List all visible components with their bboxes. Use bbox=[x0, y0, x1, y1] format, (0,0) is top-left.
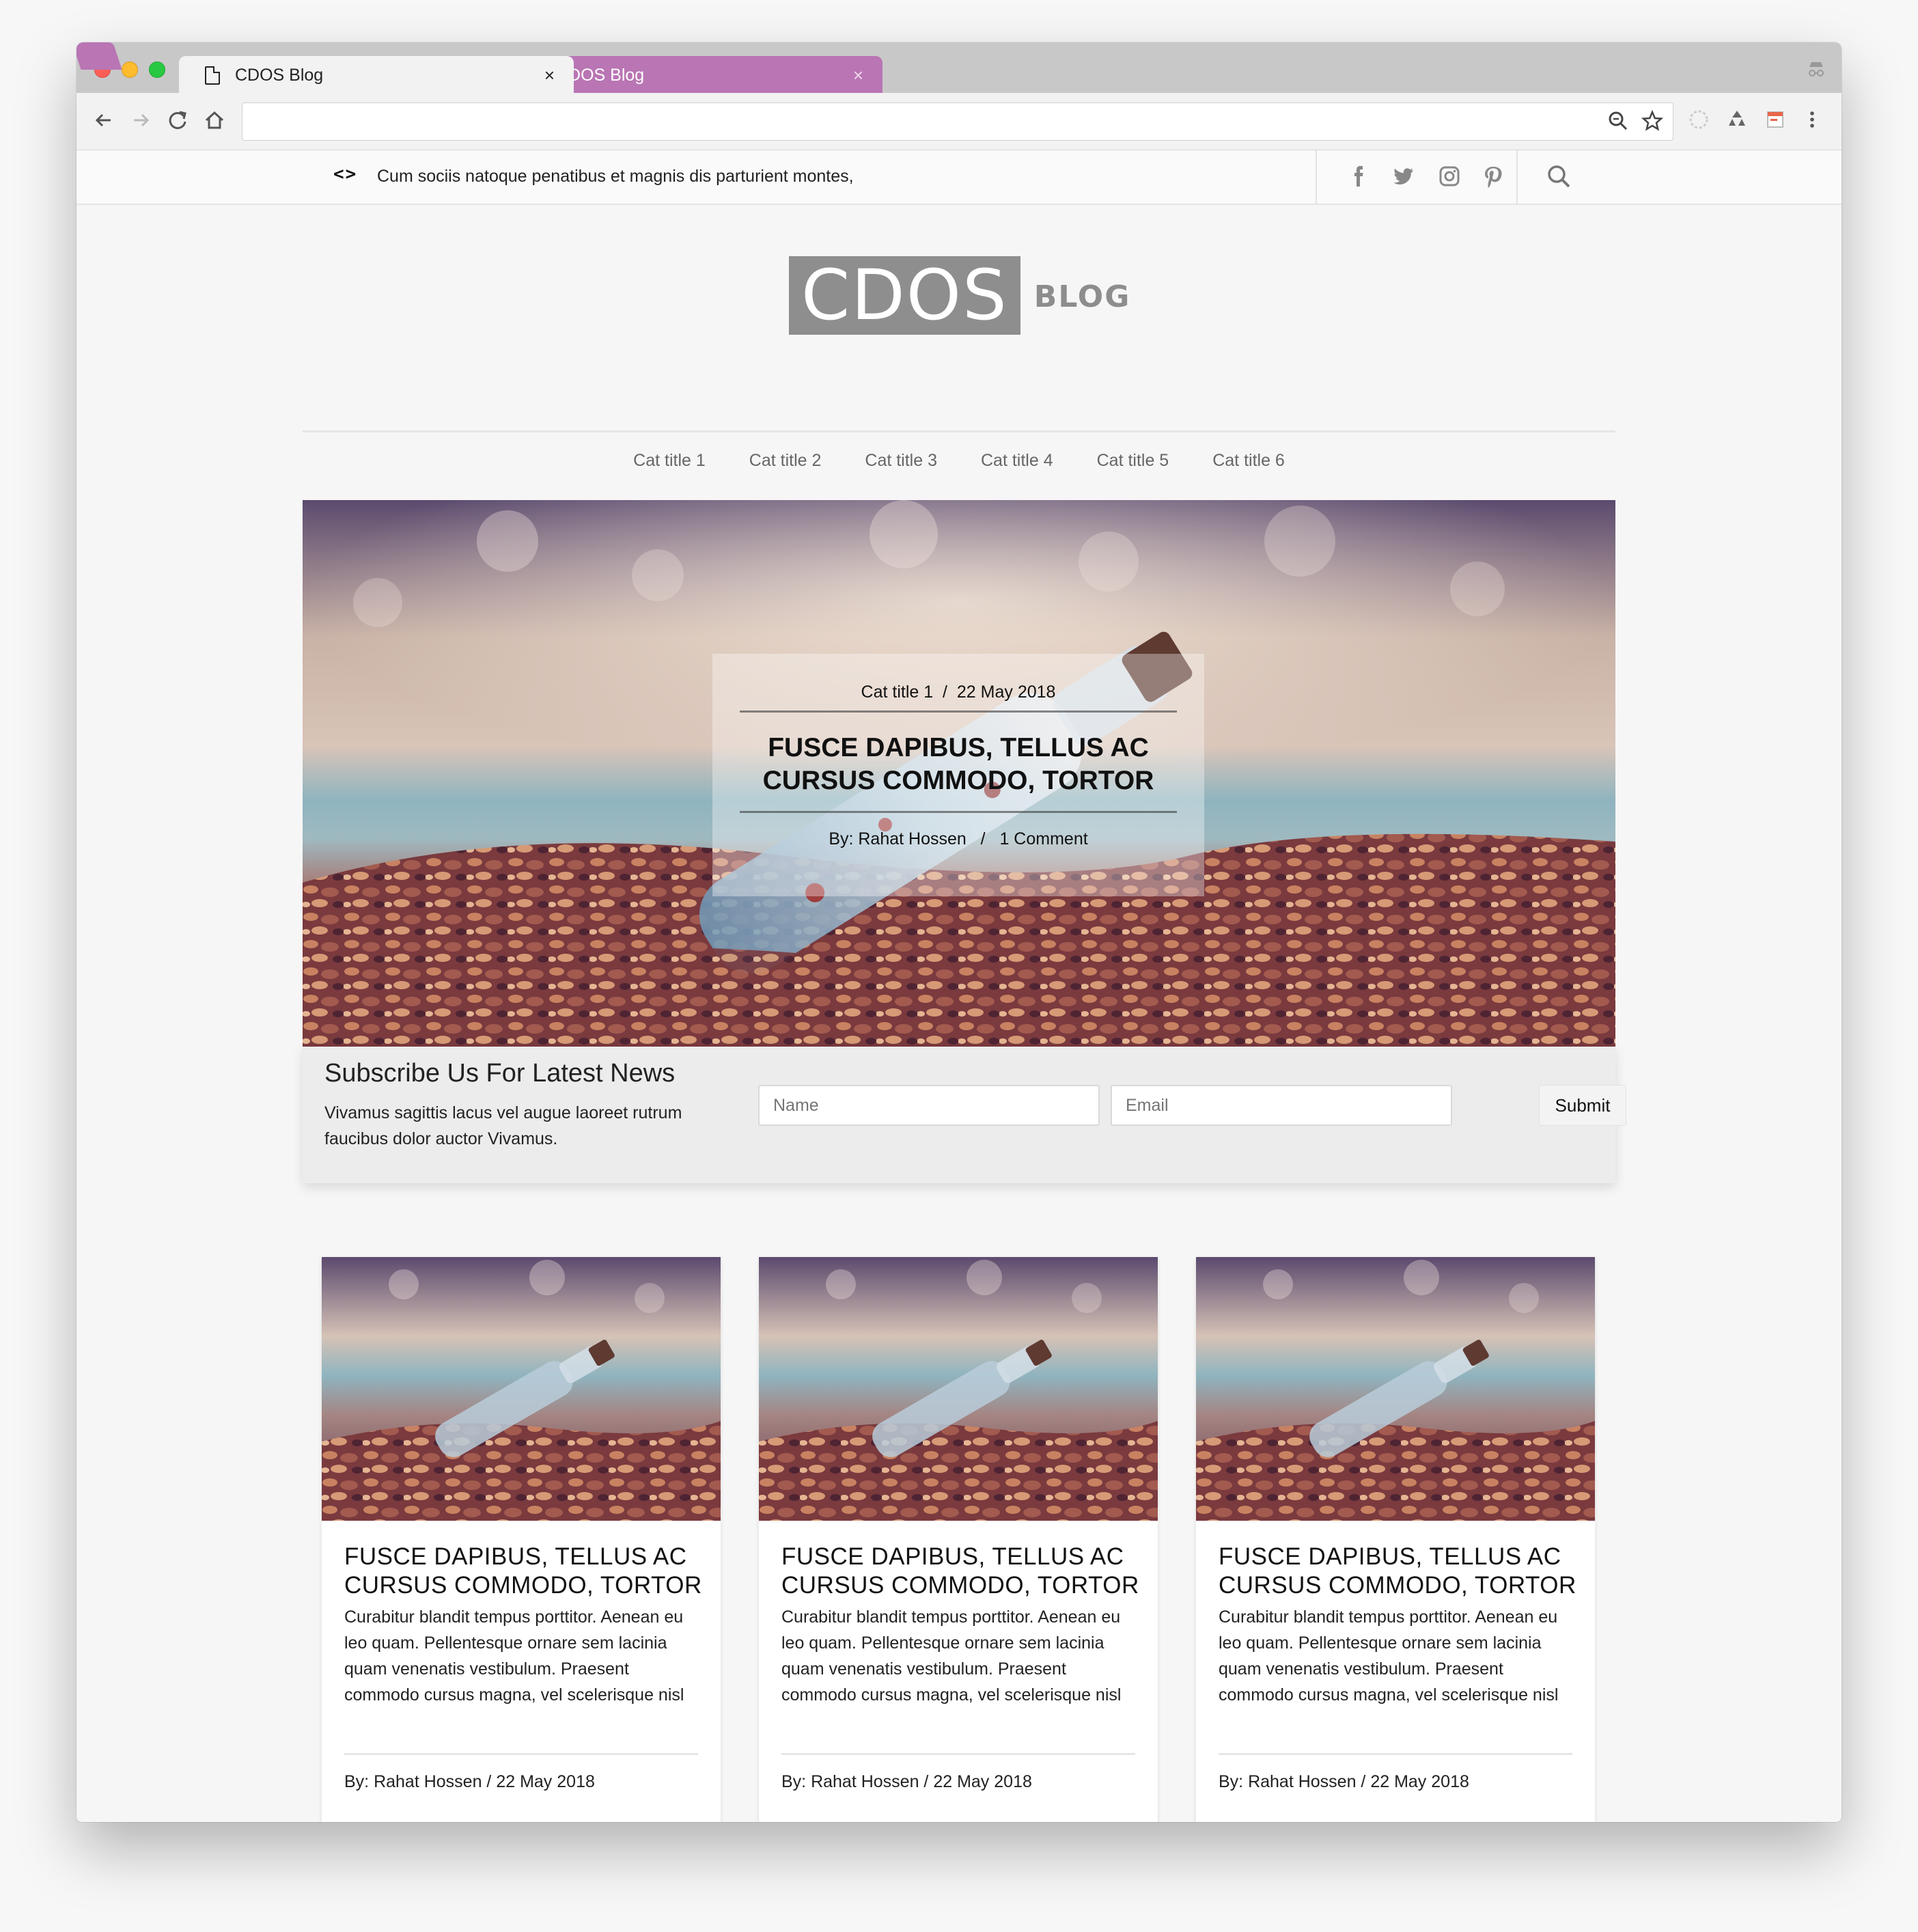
post-byline: By: Rahat Hossen / 22 May 2018 bbox=[1219, 1772, 1469, 1791]
menu-dots-icon[interactable] bbox=[1801, 108, 1824, 131]
extension-icon[interactable] bbox=[1687, 108, 1710, 131]
hero-comments[interactable]: 1 Comment bbox=[999, 829, 1087, 848]
menu-item-cat-6[interactable]: Cat title 6 bbox=[1212, 451, 1285, 471]
post-byline: By: Rahat Hossen / 22 May 2018 bbox=[344, 1772, 595, 1791]
hero-title[interactable]: FUSCE DAPIBUS, TELLUS AC CURSUS COMMODO,… bbox=[712, 732, 1204, 797]
hero-meta: Cat title 1 / 22 May 2018 bbox=[712, 682, 1204, 702]
submit-button[interactable]: Submit bbox=[1539, 1085, 1626, 1126]
extension-icon[interactable] bbox=[1764, 108, 1787, 131]
back-icon[interactable] bbox=[90, 107, 117, 134]
subscribe-section: Subscribe Us For Latest News Vivamus sag… bbox=[303, 1047, 1626, 1183]
hero-author[interactable]: By: Rahat Hossen bbox=[829, 829, 967, 848]
pinterest-icon[interactable] bbox=[1481, 164, 1505, 189]
home-icon[interactable] bbox=[201, 107, 228, 134]
hero-separator: / bbox=[943, 682, 947, 702]
subscribe-title: Subscribe Us For Latest News bbox=[324, 1059, 676, 1088]
document-icon bbox=[205, 66, 220, 85]
menu-item-cat-1[interactable]: Cat title 1 bbox=[633, 451, 706, 471]
star-icon[interactable] bbox=[1641, 109, 1664, 137]
menu-item-cat-3[interactable]: Cat title 3 bbox=[865, 451, 937, 471]
post-card[interactable]: FUSCE DAPIBUS, TELLUS AC CURSUS COMMODO,… bbox=[322, 1257, 721, 1822]
tab-title: CDOS Blog bbox=[235, 65, 324, 85]
post-byline: By: Rahat Hossen / 22 May 2018 bbox=[781, 1772, 1032, 1791]
name-field[interactable] bbox=[758, 1085, 1100, 1126]
hero-separator: / bbox=[980, 829, 986, 848]
ticker-arrows[interactable]: <> bbox=[333, 164, 357, 184]
post-excerpt: Curabitur blandit tempus porttitor. Aene… bbox=[1219, 1607, 1559, 1705]
reload-icon[interactable] bbox=[164, 107, 191, 134]
post-excerpt: Curabitur blandit tempus porttitor. Aene… bbox=[781, 1607, 1122, 1705]
hero-date: 22 May 2018 bbox=[956, 682, 1056, 702]
hero-divider bbox=[740, 811, 1177, 813]
email-field[interactable] bbox=[1111, 1085, 1452, 1126]
browser-window: CDOS Blog × CDOS Blog × <> Cum sociis na… bbox=[77, 42, 1841, 1822]
news-ticker-text[interactable]: Cum sociis natoque penatibus et magnis d… bbox=[377, 167, 854, 187]
logo-sub: BLOG bbox=[1033, 279, 1131, 314]
facebook-icon[interactable] bbox=[1347, 164, 1372, 189]
tab-title: CDOS Blog bbox=[556, 65, 645, 85]
top-bar: <> Cum sociis natoque penatibus et magni… bbox=[77, 150, 1841, 205]
category-menu: Cat title 1 Cat title 2 Cat title 3 Cat … bbox=[303, 451, 1615, 471]
post-title[interactable]: FUSCE DAPIBUS, TELLUS AC CURSUS COMMODO,… bbox=[781, 1543, 1143, 1600]
minimize-window-button[interactable] bbox=[122, 61, 138, 78]
menu-item-cat-5[interactable]: Cat title 5 bbox=[1097, 451, 1169, 471]
divider bbox=[1516, 150, 1518, 205]
hero-byline: By: Rahat Hossen / 1 Comment bbox=[712, 829, 1204, 849]
zoom-icon[interactable] bbox=[1607, 110, 1629, 137]
post-image[interactable] bbox=[1196, 1257, 1595, 1521]
hero-featured-post[interactable]: Cat title 1 / 22 May 2018 FUSCE DAPIBUS,… bbox=[303, 500, 1615, 1047]
web-page: <> Cum sociis natoque penatibus et magni… bbox=[77, 150, 1841, 1822]
recycle-icon[interactable] bbox=[1725, 108, 1749, 131]
post-card[interactable]: FUSCE DAPIBUS, TELLUS AC CURSUS COMMODO,… bbox=[1196, 1257, 1595, 1822]
twitter-icon[interactable] bbox=[1391, 164, 1415, 189]
hero-caption: Cat title 1 / 22 May 2018 FUSCE DAPIBUS,… bbox=[712, 654, 1204, 896]
post-divider bbox=[781, 1753, 1135, 1755]
post-divider bbox=[1219, 1753, 1572, 1755]
browser-toolbar bbox=[77, 93, 1841, 150]
post-image[interactable] bbox=[759, 1257, 1158, 1521]
search-icon[interactable] bbox=[1545, 163, 1572, 190]
post-image[interactable] bbox=[322, 1257, 721, 1521]
tab-bar: CDOS Blog × CDOS Blog × bbox=[77, 42, 1841, 94]
incognito-icon bbox=[1806, 59, 1826, 79]
menu-item-cat-4[interactable]: Cat title 4 bbox=[981, 451, 1053, 471]
divider bbox=[1316, 150, 1317, 205]
hero-category[interactable]: Cat title 1 bbox=[861, 682, 934, 702]
maximize-window-button[interactable] bbox=[149, 61, 165, 78]
forward-icon[interactable] bbox=[127, 107, 154, 134]
post-excerpt: Curabitur blandit tempus porttitor. Aene… bbox=[344, 1607, 684, 1705]
post-title[interactable]: FUSCE DAPIBUS, TELLUS AC CURSUS COMMODO,… bbox=[344, 1543, 706, 1600]
close-icon[interactable]: × bbox=[544, 65, 555, 86]
hero-divider bbox=[740, 710, 1177, 713]
instagram-icon[interactable] bbox=[1437, 164, 1462, 189]
post-divider bbox=[344, 1753, 698, 1755]
subscribe-text: Vivamus sagittis lacus vel augue laoreet… bbox=[324, 1103, 682, 1148]
address-bar[interactable] bbox=[242, 102, 1673, 141]
site-logo[interactable]: CDOS BLOG bbox=[789, 256, 1130, 335]
menu-item-cat-2[interactable]: Cat title 2 bbox=[749, 451, 822, 471]
menu-divider bbox=[303, 430, 1615, 432]
close-icon[interactable]: × bbox=[853, 65, 863, 86]
post-card[interactable]: FUSCE DAPIBUS, TELLUS AC CURSUS COMMODO,… bbox=[759, 1257, 1158, 1822]
post-title[interactable]: FUSCE DAPIBUS, TELLUS AC CURSUS COMMODO,… bbox=[1219, 1543, 1581, 1600]
new-tab-button[interactable] bbox=[77, 42, 122, 70]
logo-main: CDOS bbox=[789, 256, 1020, 335]
tab-cdos-blog-1[interactable]: CDOS Blog × bbox=[179, 56, 574, 94]
